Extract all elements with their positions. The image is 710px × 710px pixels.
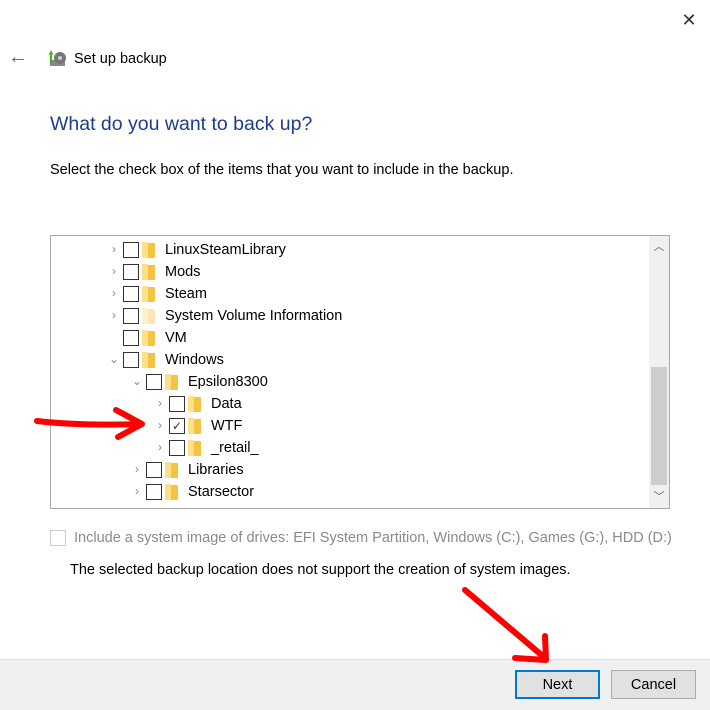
tree-item[interactable]: › LinuxSteamLibrary: [51, 239, 647, 261]
tree-item-label: Libraries: [188, 462, 244, 478]
next-button[interactable]: Next: [515, 670, 600, 699]
tree-item[interactable]: › Steam: [51, 283, 647, 305]
tree-item-checkbox[interactable]: [123, 308, 139, 324]
footer-bar: [0, 659, 710, 710]
tree-item[interactable]: › Libraries: [51, 459, 647, 481]
folder-icon: [188, 396, 202, 412]
window-title: Set up backup: [74, 51, 167, 67]
folder-tree[interactable]: › LinuxSteamLibrary › Mods › Steam › System Vol…: [50, 235, 670, 509]
backup-app-icon: [48, 50, 66, 66]
tree-item-checkbox[interactable]: [169, 396, 185, 412]
tree-item-label: System Volume Information: [165, 308, 343, 324]
tree-item[interactable]: › _retail_: [51, 437, 647, 459]
tree-item[interactable]: › Mods: [51, 261, 647, 283]
folder-icon: [188, 418, 202, 434]
tree-item[interactable]: › Data: [51, 393, 647, 415]
tree-item-checkbox[interactable]: [169, 440, 185, 456]
folder-icon: [142, 242, 156, 258]
tree-item-label: _retail_: [211, 440, 259, 456]
tree-item-checkbox[interactable]: [123, 242, 139, 258]
folder-icon: [165, 462, 179, 478]
system-image-notice: The selected backup location does not su…: [70, 562, 571, 578]
chevron-down-icon[interactable]: ⌄: [131, 374, 143, 388]
tree-item-label: Steam: [165, 286, 207, 302]
folder-icon: [165, 484, 179, 500]
tree-item-checkbox[interactable]: [146, 374, 162, 390]
folder-icon: [142, 352, 156, 368]
red-arrow-to-next: [462, 587, 549, 663]
chevron-right-icon[interactable]: ›: [108, 264, 120, 278]
tree-item-label: LinuxSteamLibrary: [165, 242, 286, 258]
tree-item-checkbox[interactable]: [123, 264, 139, 280]
folder-icon: [142, 264, 156, 280]
folder-icon: [165, 374, 179, 390]
vertical-scrollbar[interactable]: ︿ ﹀: [649, 236, 669, 508]
scroll-down-icon[interactable]: ﹀: [649, 488, 669, 504]
system-image-label: Include a system image of drives: EFI Sy…: [74, 530, 672, 546]
chevron-right-icon[interactable]: ›: [108, 286, 120, 300]
tree-item-checkbox[interactable]: [146, 462, 162, 478]
tree-item[interactable]: ⌄ Windows: [51, 349, 647, 371]
chevron-right-icon[interactable]: ›: [108, 242, 120, 256]
scroll-up-icon[interactable]: ︿: [649, 238, 669, 254]
folder-icon: [142, 286, 156, 302]
close-icon[interactable]: ✕: [678, 9, 700, 31]
chevron-right-icon[interactable]: ›: [154, 440, 166, 454]
tree-item[interactable]: › System Volume Information: [51, 305, 647, 327]
tree-item-label: Starsector: [188, 484, 255, 500]
folder-icon: [188, 440, 202, 456]
chevron-right-icon[interactable]: ›: [154, 396, 166, 410]
tree-item-label: Data: [211, 396, 242, 412]
tree-item-checkbox[interactable]: [123, 352, 139, 368]
scrollbar-thumb[interactable]: [651, 367, 667, 485]
tree-item-checkbox[interactable]: [123, 330, 139, 346]
tree-item[interactable]: ⌄ Epsilon8300: [51, 371, 647, 393]
chevron-right-icon[interactable]: ›: [154, 418, 166, 432]
page-heading: What do you want to back up?: [50, 113, 313, 135]
tree-item[interactable]: VM: [51, 327, 647, 349]
instruction-text: Select the check box of the items that y…: [50, 162, 514, 178]
tree-item-checkbox[interactable]: ✓: [169, 418, 185, 434]
tree-item[interactable]: › Starsector: [51, 481, 647, 503]
tree-item-label: Epsilon8300: [188, 374, 268, 390]
chevron-right-icon[interactable]: ›: [131, 462, 143, 476]
chevron-right-icon[interactable]: ›: [108, 308, 120, 322]
tree-item-checkbox[interactable]: [146, 484, 162, 500]
tree-item-checkbox[interactable]: [123, 286, 139, 302]
folder-icon: [142, 330, 156, 346]
chevron-down-icon[interactable]: ⌄: [108, 352, 120, 366]
system-image-checkbox[interactable]: [50, 530, 66, 546]
chevron-right-icon[interactable]: ›: [131, 484, 143, 498]
tree-item-label: VM: [165, 330, 187, 346]
tree-item-label: WTF: [211, 418, 243, 434]
folder-icon: [142, 308, 156, 324]
tree-item[interactable]: › ✓ WTF: [51, 415, 647, 437]
back-arrow-icon[interactable]: ←: [8, 46, 28, 69]
tree-item-label: Windows: [165, 352, 224, 368]
cancel-button[interactable]: Cancel: [611, 670, 696, 699]
tree-item-label: Mods: [165, 264, 201, 280]
